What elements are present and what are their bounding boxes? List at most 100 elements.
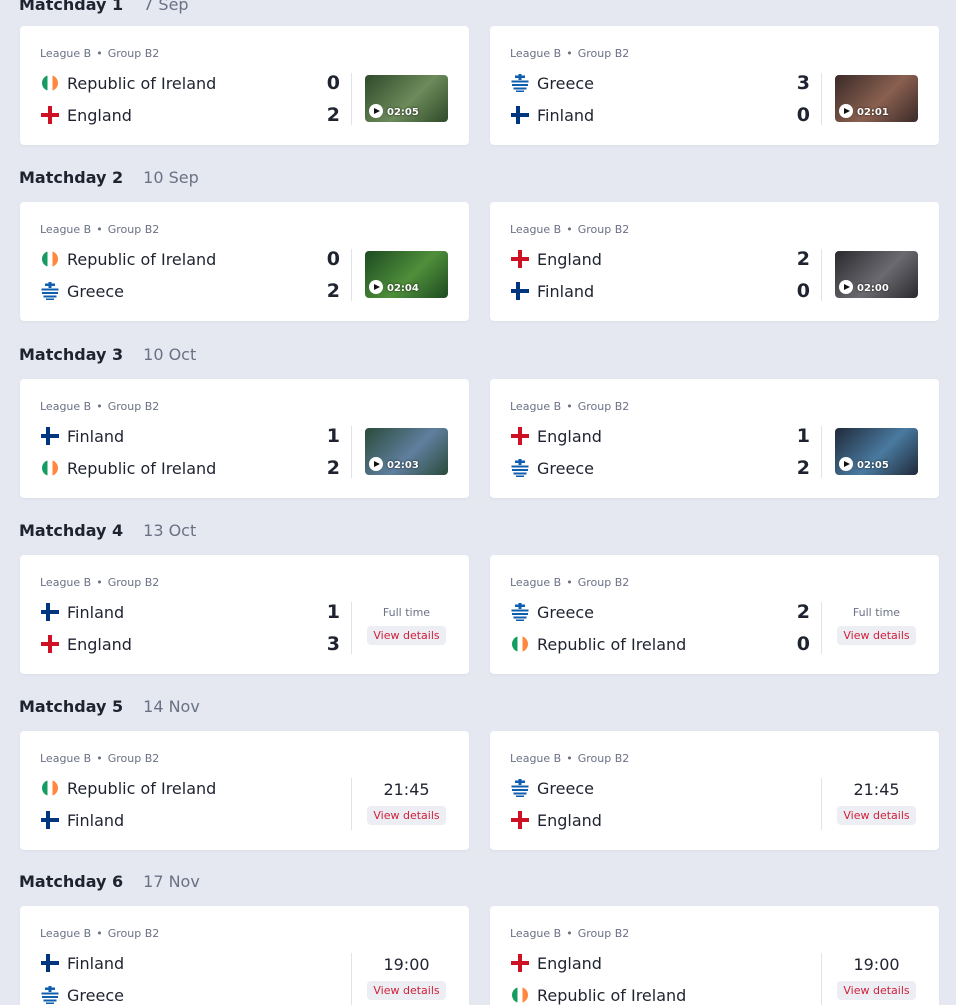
greece-flag-icon	[510, 778, 530, 798]
competition-label: League B • Group B2	[510, 400, 629, 413]
match-card[interactable]: League B • Group B2 Finland Greece 19:00 View …	[20, 906, 469, 1005]
separator-dot: •	[96, 223, 103, 236]
match-card[interactable]: League B • Group B2 Greece England 21:45 View …	[490, 731, 939, 850]
ireland-flag-icon	[40, 73, 60, 93]
view-details-button[interactable]: View details	[837, 806, 916, 825]
kickoff-time: 21:45	[853, 780, 900, 799]
divider	[821, 602, 822, 654]
away-team-name: England	[537, 810, 602, 830]
competition-label: League B • Group B2	[40, 47, 159, 60]
view-details-button[interactable]: View details	[367, 806, 446, 825]
league-label: League B	[510, 927, 562, 940]
away-team-row: Republic of Ireland 2	[40, 456, 340, 480]
england-flag-icon	[510, 249, 530, 269]
league-label: League B	[40, 400, 92, 413]
match-status: 19:00 View details	[365, 955, 448, 1000]
home-team-name: Finland	[67, 426, 125, 446]
video-duration: 02:04	[387, 283, 419, 294]
match-card[interactable]: League B • Group B2 England Republic of Irel…	[490, 906, 939, 1005]
home-team-name: Greece	[537, 778, 594, 798]
home-team-row: Finland 1	[40, 600, 340, 624]
match-card[interactable]: League B • Group B2 Republic of Ireland 0 Gre…	[20, 202, 469, 321]
finland-flag-icon	[40, 810, 60, 830]
match-card[interactable]: League B • Group B2 England 2 Finland 0 02:00	[490, 202, 939, 321]
matchday-date: 7 Sep	[143, 0, 189, 14]
league-label: League B	[40, 47, 92, 60]
divider	[821, 953, 822, 1005]
away-team-row: England 3	[40, 632, 340, 656]
matchday-date: 10 Sep	[143, 168, 199, 187]
separator-dot: •	[96, 927, 103, 940]
play-icon	[369, 457, 383, 471]
video-highlight-thumbnail[interactable]: 02:03	[365, 428, 448, 475]
matchday-title: Matchday 3	[19, 345, 124, 364]
competition-label: League B • Group B2	[40, 752, 159, 765]
video-highlight-thumbnail[interactable]: 02:04	[365, 251, 448, 298]
match-card[interactable]: League B • Group B2 England 1 Greece 2 02:05	[490, 379, 939, 498]
group-label: Group B2	[107, 927, 160, 940]
status-text: Full time	[852, 606, 901, 619]
view-details-button[interactable]: View details	[837, 626, 916, 645]
status-text: Full time	[382, 606, 431, 619]
video-duration: 02:03	[387, 460, 419, 471]
match-card[interactable]: League B • Group B2 Finland 1 Republic of Ire…	[20, 379, 469, 498]
group-label: Group B2	[107, 576, 160, 589]
home-team-name: Greece	[537, 602, 594, 622]
league-label: League B	[510, 576, 562, 589]
view-details-button[interactable]: View details	[367, 626, 446, 645]
league-label: League B	[510, 47, 562, 60]
view-details-button[interactable]: View details	[367, 981, 446, 1000]
view-details-button[interactable]: View details	[837, 981, 916, 1000]
video-highlight-thumbnail[interactable]: 02:00	[835, 251, 918, 298]
match-status: Full time View details	[835, 604, 918, 645]
kickoff-time: 19:00	[383, 955, 430, 974]
away-team-row: Republic of Ireland	[510, 983, 810, 1005]
play-icon	[839, 104, 853, 118]
away-team-row: England	[510, 808, 810, 832]
ireland-flag-icon	[40, 458, 60, 478]
greece-flag-icon	[510, 602, 530, 622]
group-label: Group B2	[577, 223, 630, 236]
away-score: 0	[796, 633, 810, 655]
fixtures-page: Matchday 1 7 Sep League B • Group B2 Republic…	[0, 0, 956, 1005]
divider	[821, 426, 822, 478]
greece-flag-icon	[40, 985, 60, 1005]
away-score: 3	[326, 633, 340, 655]
video-highlight-thumbnail[interactable]: 02:05	[365, 75, 448, 122]
match-status: 19:00 View details	[835, 955, 918, 1000]
separator-dot: •	[96, 752, 103, 765]
home-team-name: England	[537, 426, 602, 446]
matchday-date: 17 Nov	[143, 872, 200, 891]
matchday-title: Matchday 1	[19, 0, 124, 14]
away-team-row: Finland 0	[510, 279, 810, 303]
finland-flag-icon	[510, 105, 530, 125]
matchday-title: Matchday 6	[19, 872, 124, 891]
away-score: 0	[796, 104, 810, 126]
video-duration: 02:01	[857, 107, 889, 118]
matchday-header: Matchday 6 17 Nov	[19, 872, 200, 894]
separator-dot: •	[566, 927, 573, 940]
away-team-row: Greece 2	[510, 456, 810, 480]
video-highlight-thumbnail[interactable]: 02:01	[835, 75, 918, 122]
divider	[351, 778, 352, 830]
away-score: 2	[326, 457, 340, 479]
match-card[interactable]: League B • Group B2 Republic of Ireland Finl…	[20, 731, 469, 850]
match-card[interactable]: League B • Group B2 Greece 2 Republic of Irel…	[490, 555, 939, 674]
match-card[interactable]: League B • Group B2 Finland 1 England 3 Full ti…	[20, 555, 469, 674]
group-label: Group B2	[577, 927, 630, 940]
matchday-header: Matchday 3 10 Oct	[19, 345, 196, 367]
kickoff-time: 21:45	[383, 780, 430, 799]
home-team-row: Greece 2	[510, 600, 810, 624]
matchday-date: 13 Oct	[143, 521, 197, 540]
match-card[interactable]: League B • Group B2 Republic of Ireland 0 Eng…	[20, 26, 469, 145]
video-highlight-thumbnail[interactable]: 02:05	[835, 428, 918, 475]
away-team-name: Greece	[67, 281, 124, 301]
group-label: Group B2	[577, 576, 630, 589]
matchday-header: Matchday 2 10 Sep	[19, 168, 199, 190]
finland-flag-icon	[40, 426, 60, 446]
separator-dot: •	[566, 223, 573, 236]
match-card[interactable]: League B • Group B2 Greece 3 Finland 0 02:01	[490, 26, 939, 145]
separator-dot: •	[566, 576, 573, 589]
home-team-name: Finland	[67, 602, 125, 622]
matchday-header: Matchday 5 14 Nov	[19, 697, 200, 719]
